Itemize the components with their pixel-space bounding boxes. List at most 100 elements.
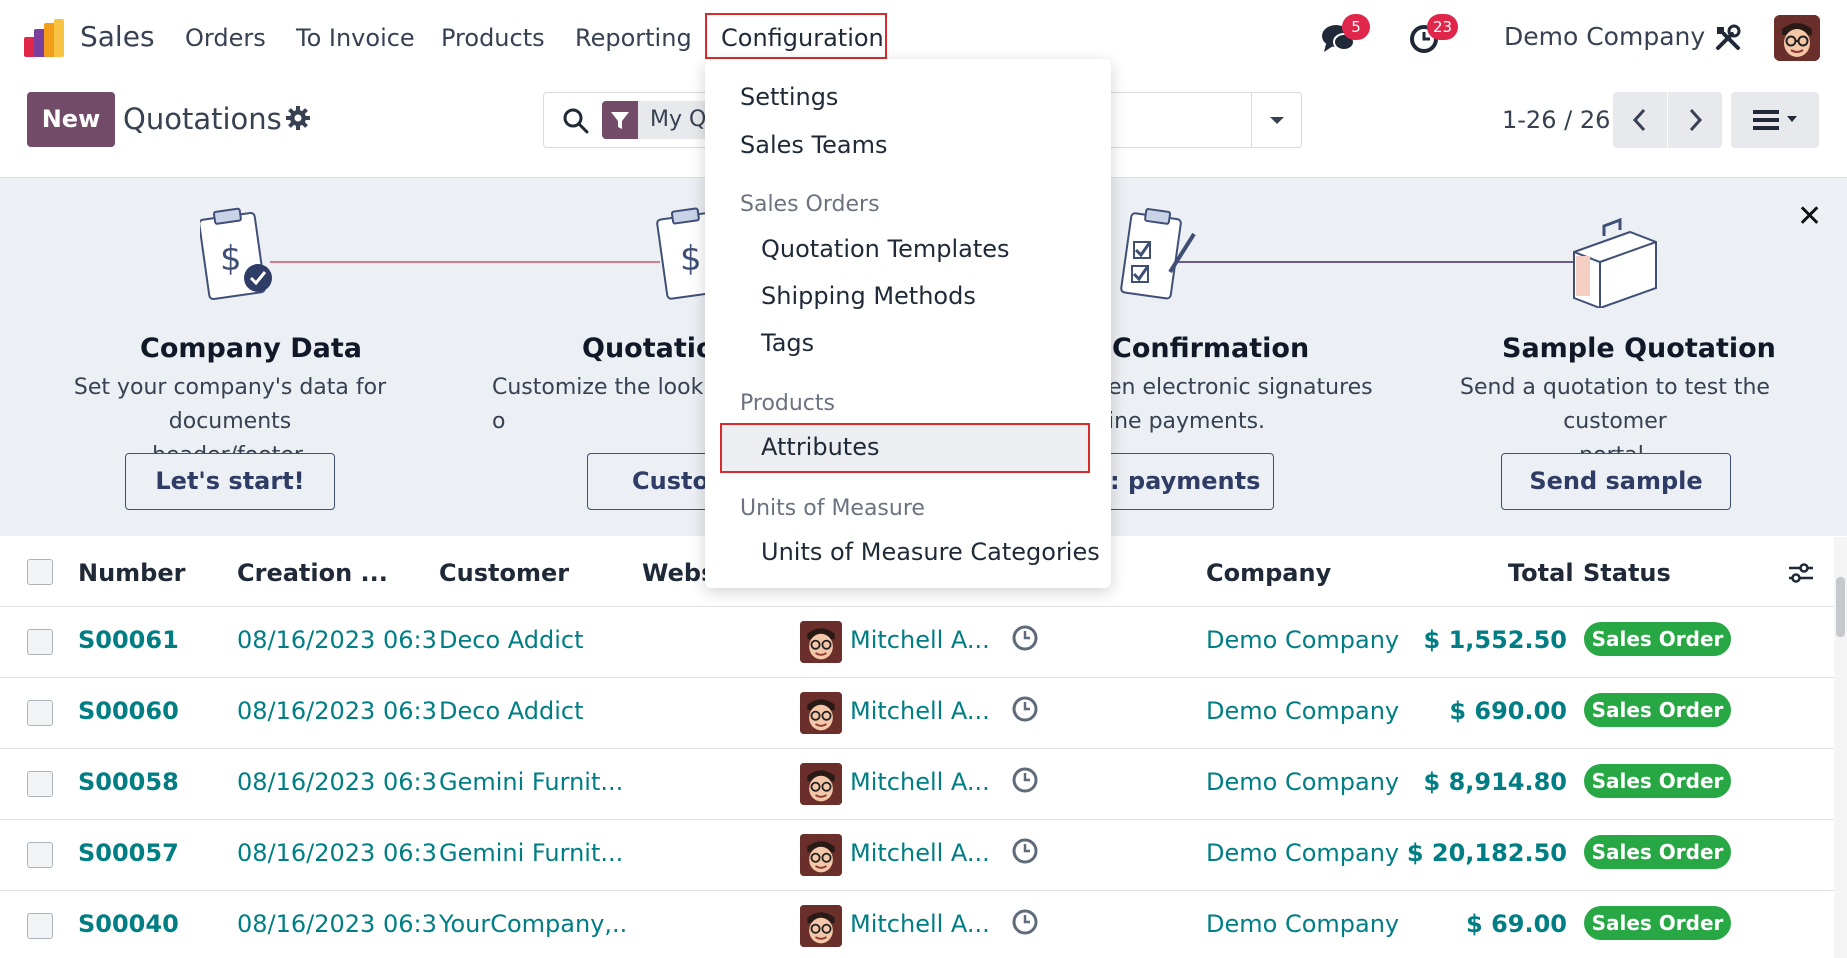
menu-products[interactable]: Products	[441, 24, 545, 52]
row-checkbox[interactable]	[27, 700, 53, 726]
customer-name[interactable]: Gemini Furnit...	[439, 768, 629, 796]
column-creation-date[interactable]: Creation ...	[237, 559, 388, 587]
salesperson-face-icon	[800, 834, 842, 876]
salesperson-avatar[interactable]	[800, 621, 842, 663]
optional-columns-icon[interactable]	[1787, 559, 1815, 587]
clipboard-dollar-icon: $	[200, 207, 272, 300]
list-view-icon	[1753, 110, 1797, 130]
customer-name[interactable]: YourCompany,...	[439, 910, 629, 938]
order-number[interactable]: S00040	[78, 910, 218, 938]
salesperson-avatar[interactable]	[800, 763, 842, 805]
column-number[interactable]: Number	[78, 559, 185, 587]
customer-name[interactable]: Deco Addict	[439, 697, 629, 725]
menu-item-sales-teams[interactable]: Sales Teams	[740, 131, 887, 159]
salesperson-name[interactable]: Mitchell A...	[850, 839, 995, 867]
salesperson-avatar[interactable]	[800, 834, 842, 876]
user-avatar[interactable]	[1774, 15, 1820, 61]
customer-name[interactable]: Deco Addict	[439, 626, 629, 654]
order-number[interactable]: S00060	[78, 697, 218, 725]
order-number[interactable]: S00061	[78, 626, 218, 654]
search-options-toggle[interactable]	[1251, 93, 1301, 147]
column-company[interactable]: Company	[1206, 559, 1331, 587]
app-name[interactable]: Sales	[80, 20, 155, 53]
creation-date: 08/16/2023 06:38	[237, 910, 437, 938]
salesperson-name[interactable]: Mitchell A...	[850, 768, 995, 796]
salesperson-avatar[interactable]	[800, 692, 842, 734]
menu-to-invoice[interactable]: To Invoice	[296, 24, 415, 52]
table-row[interactable]: S00040 08/16/2023 06:38 YourCompany,... Mit…	[0, 891, 1834, 958]
order-total: $ 69.00	[1466, 910, 1567, 938]
list-scrollbar[interactable]	[1834, 537, 1847, 958]
activity-clock-icon[interactable]	[1010, 694, 1040, 724]
messages-badge: 5	[1342, 14, 1370, 40]
section-header-products: Products	[740, 391, 835, 416]
step-desc-line: ine payments.	[1108, 409, 1266, 434]
clipboard-quotation-icon: $	[656, 207, 706, 300]
step-desc-line: en electronic signatures	[1108, 375, 1373, 400]
debug-tools-icon[interactable]	[1714, 24, 1742, 52]
menu-item-quotation-templates[interactable]: Quotation Templates	[761, 235, 1010, 263]
activity-clock-icon[interactable]	[1010, 836, 1040, 866]
menu-item-attributes[interactable]: Attributes	[761, 433, 879, 461]
view-switcher-button[interactable]	[1731, 92, 1819, 148]
table-row[interactable]: S00057 08/16/2023 06:38 Gemini Furnit... Mi…	[0, 820, 1834, 891]
table-row[interactable]: S00060 08/16/2023 06:38 Deco Addict Mitchel…	[0, 678, 1834, 749]
select-all-checkbox[interactable]	[27, 559, 53, 585]
chevron-right-icon	[1689, 108, 1703, 132]
creation-date: 08/16/2023 06:38	[237, 768, 437, 796]
menu-item-uom-categories[interactable]: Units of Measure Categories	[761, 538, 1100, 566]
activities-badge: 23	[1427, 14, 1459, 40]
activity-clock-icon[interactable]	[1010, 765, 1040, 795]
company-switcher[interactable]: Demo Company	[1504, 22, 1705, 51]
row-checkbox[interactable]	[27, 629, 53, 655]
activities-button[interactable]: 23	[1409, 14, 1459, 58]
status-badge: Sales Order	[1584, 622, 1731, 656]
table-row[interactable]: S00058 08/16/2023 06:38 Gemini Furnit... Mi…	[0, 749, 1834, 820]
step-desc-quotation: Customize the look o	[492, 375, 704, 434]
column-total[interactable]: Total	[1508, 559, 1574, 587]
messages-button[interactable]: 5	[1320, 14, 1370, 58]
salesperson-name[interactable]: Mitchell A...	[850, 910, 995, 938]
send-sample-button[interactable]: Send sample	[1501, 453, 1731, 510]
suitcase-icon	[1573, 217, 1657, 308]
salesperson-avatar[interactable]	[800, 905, 842, 947]
search-icon[interactable]	[562, 107, 590, 135]
row-checkbox[interactable]	[27, 771, 53, 797]
menu-item-shipping-methods[interactable]: Shipping Methods	[761, 282, 976, 310]
salesperson-name[interactable]: Mitchell A...	[850, 697, 995, 725]
menu-item-tags[interactable]: Tags	[761, 329, 814, 357]
lets-start-button[interactable]: Let's start!	[125, 453, 335, 510]
menu-item-settings[interactable]: Settings	[740, 83, 838, 111]
row-checkbox[interactable]	[27, 842, 53, 868]
table-row[interactable]: S00061 08/16/2023 06:38 Deco Addict Mitchel…	[0, 607, 1834, 678]
creation-date: 08/16/2023 06:38	[237, 626, 437, 654]
order-total: $ 690.00	[1449, 697, 1567, 725]
salesperson-face-icon	[800, 905, 842, 947]
gear-icon[interactable]	[286, 106, 310, 130]
configuration-dropdown: Settings Sales Teams Sales Orders Quotat…	[705, 59, 1111, 588]
step-desc-confirmation: en electronic signatures ine payments.	[1108, 371, 1428, 439]
scrollbar-thumb[interactable]	[1836, 577, 1845, 637]
column-customer[interactable]: Customer	[439, 559, 569, 587]
activity-clock-icon[interactable]	[1010, 623, 1040, 653]
order-number[interactable]: S00058	[78, 768, 218, 796]
row-checkbox[interactable]	[27, 913, 53, 939]
column-status[interactable]: Status	[1583, 559, 1671, 587]
status-badge: Sales Order	[1584, 693, 1731, 727]
order-number[interactable]: S00057	[78, 839, 218, 867]
activity-clock-icon[interactable]	[1010, 907, 1040, 937]
salesperson-name[interactable]: Mitchell A...	[850, 626, 995, 654]
pager-value[interactable]: 1-26 / 26	[1502, 106, 1610, 134]
pager-next-button[interactable]	[1668, 92, 1722, 148]
menu-orders[interactable]: Orders	[185, 24, 266, 52]
customer-name[interactable]: Gemini Furnit...	[439, 839, 629, 867]
close-icon[interactable]: ✕	[1797, 199, 1822, 234]
payments-button[interactable]: : payments	[1100, 453, 1274, 510]
menu-reporting[interactable]: Reporting	[575, 24, 692, 52]
new-button[interactable]: New	[27, 92, 115, 147]
pager-previous-button[interactable]	[1613, 92, 1667, 148]
sales-app-logo-icon[interactable]	[24, 19, 66, 57]
menu-configuration[interactable]: Configuration	[705, 13, 887, 59]
order-total: $ 8,914.80	[1423, 768, 1567, 796]
section-header-sales-orders: Sales Orders	[740, 192, 880, 217]
